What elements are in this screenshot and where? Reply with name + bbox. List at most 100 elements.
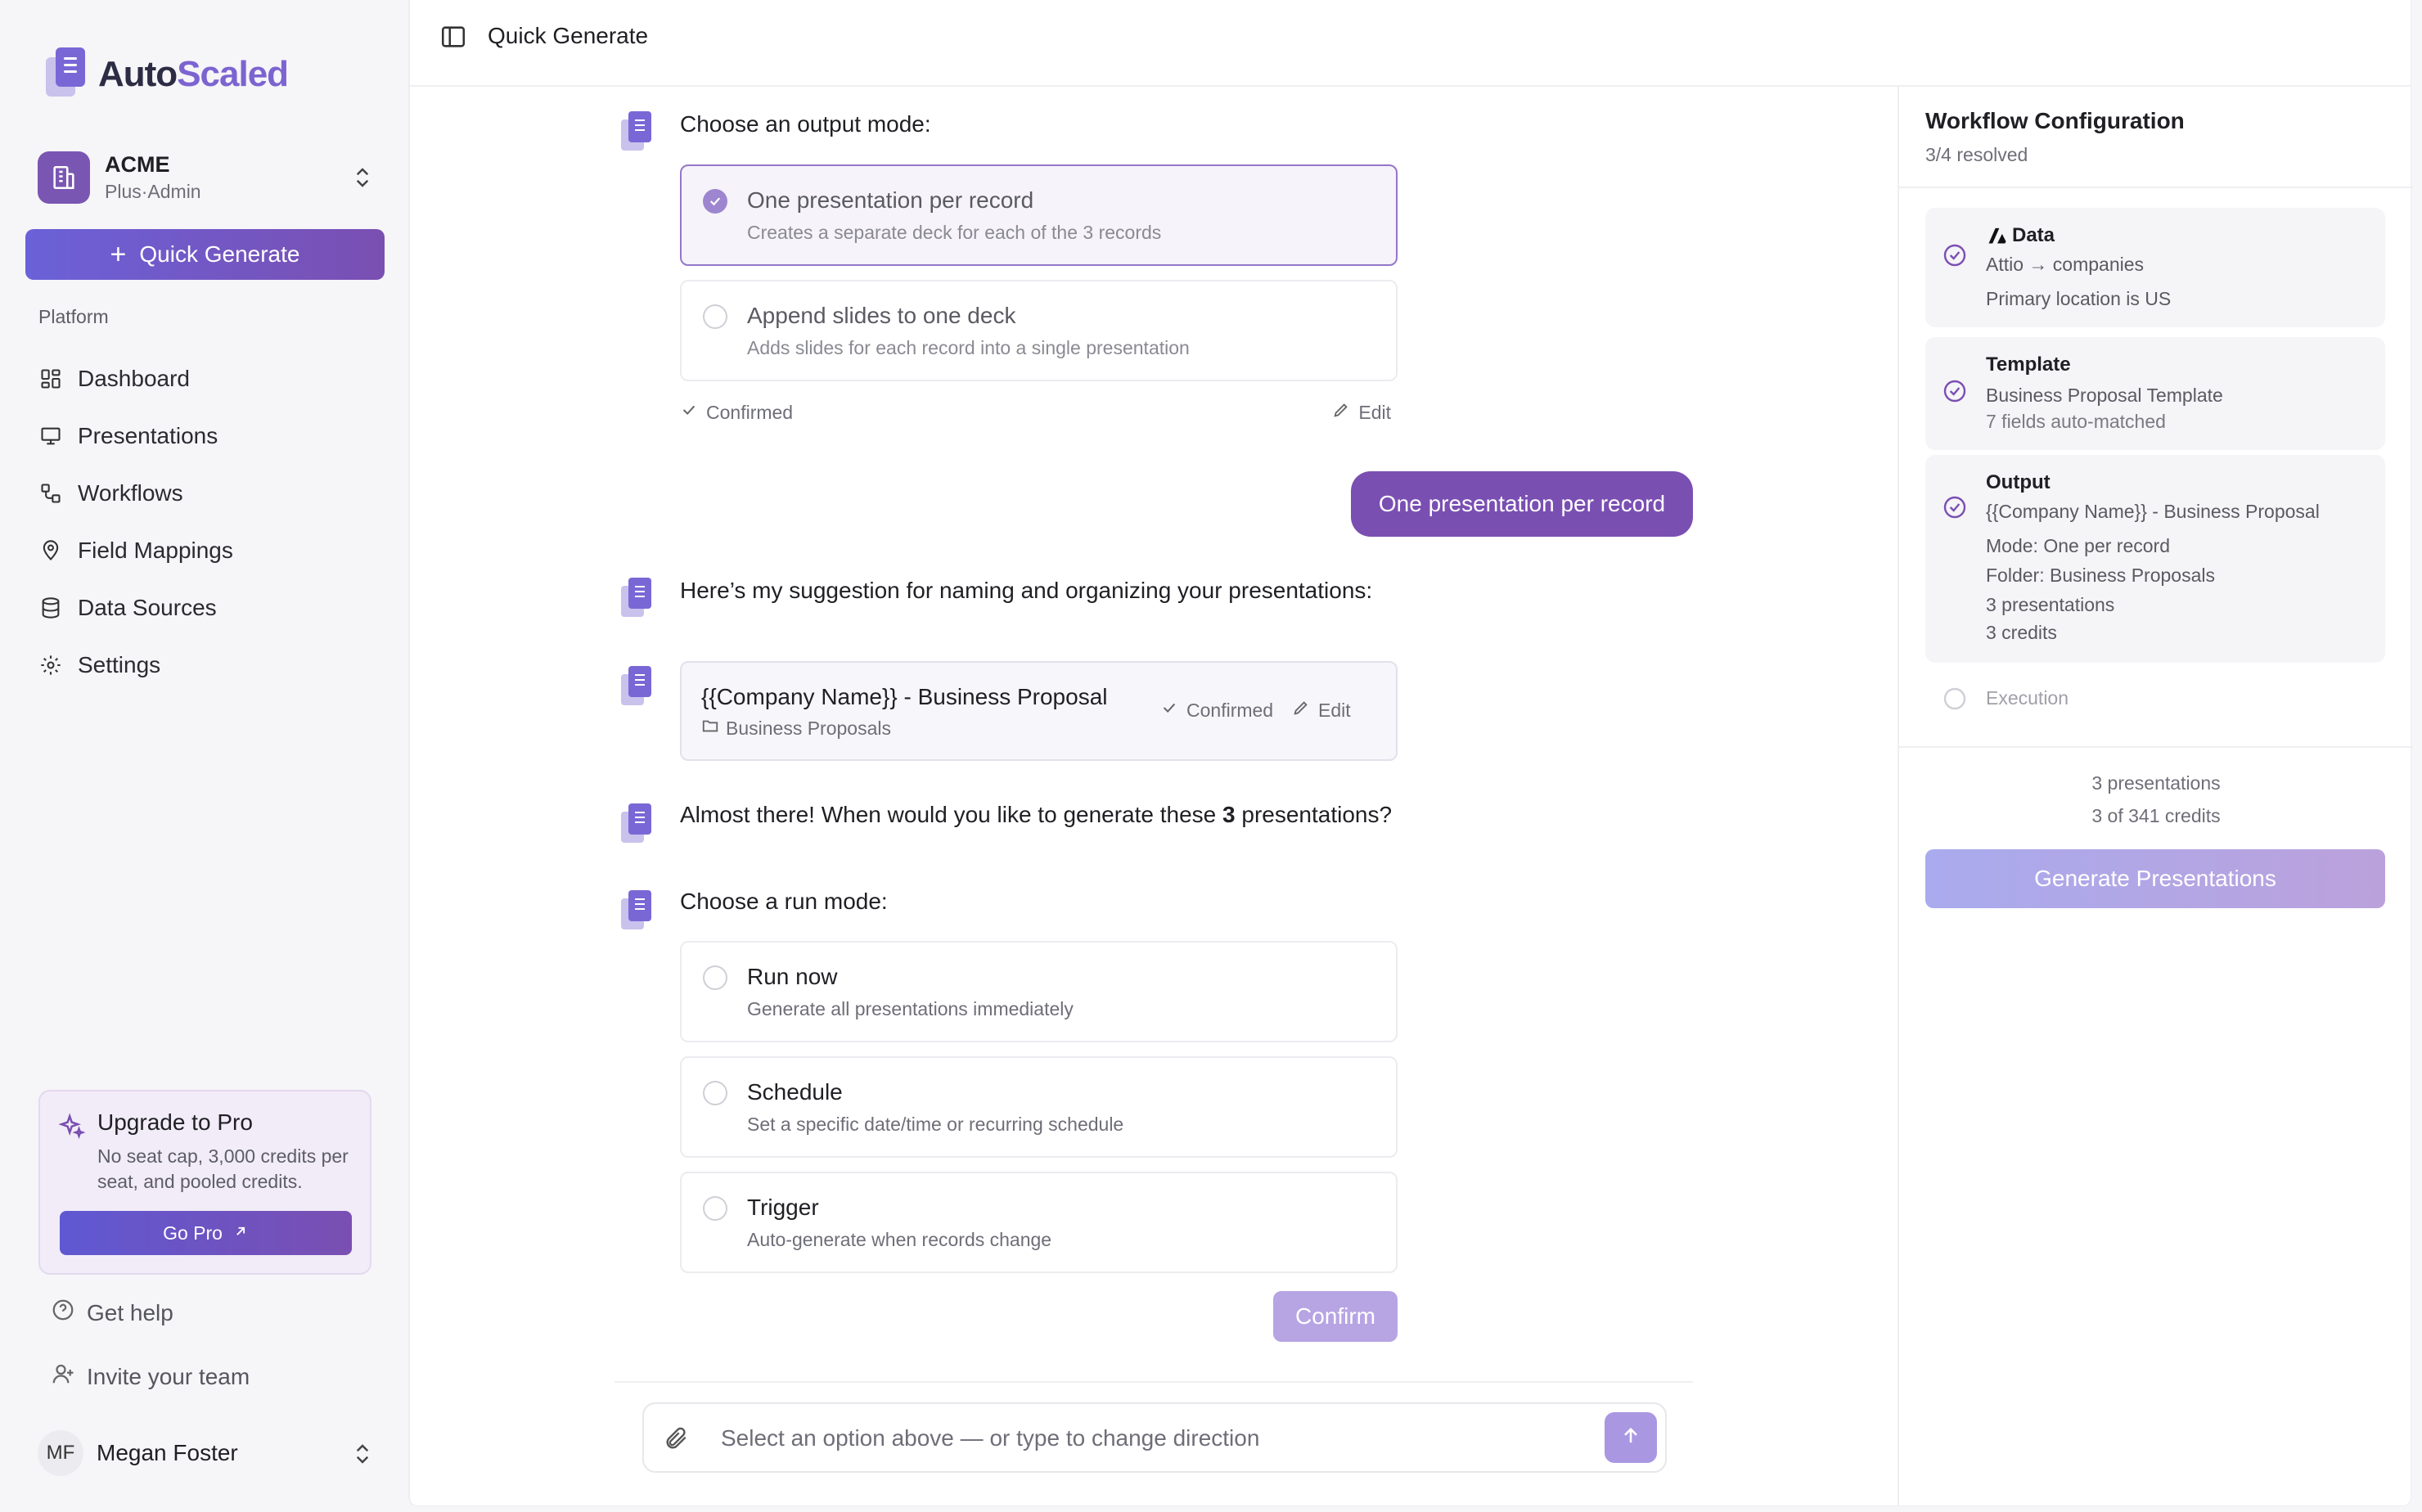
- user-plus-icon: [51, 1361, 75, 1392]
- confirmed-label: Confirmed: [1186, 699, 1274, 721]
- pencil-icon: [1292, 699, 1310, 722]
- get-help-link[interactable]: Get help: [51, 1298, 173, 1328]
- step-detail: 3 presentations: [1986, 594, 2115, 615]
- step-detail: 7 fields auto-matched: [1986, 411, 2166, 432]
- sidebar-item-dashboard[interactable]: Dashboard: [38, 350, 233, 407]
- top-bar: Quick Generate: [410, 0, 2411, 87]
- sidebar-toggle-icon[interactable]: [439, 23, 467, 55]
- radio-icon: [703, 1081, 727, 1105]
- naming-suggestion-card: {{Company Name}} - Business Proposal Bus…: [680, 661, 1398, 761]
- option-title: Trigger: [747, 1195, 819, 1220]
- step-detail: Folder: Business Proposals: [1986, 565, 2215, 586]
- upgrade-description: No seat cap, 3,000 credits per seat, and…: [97, 1145, 349, 1192]
- radio-icon: [703, 1196, 727, 1221]
- output-mode-prompt: Choose an output mode:: [680, 111, 931, 137]
- radio-icon: [703, 965, 727, 990]
- step-title: Execution: [1986, 687, 2069, 709]
- sidebar-item-label: Workflows: [78, 480, 183, 506]
- user-name: Megan Foster: [97, 1440, 238, 1465]
- config-step-template[interactable]: Template Business Proposal Template 7 fi…: [1925, 337, 2385, 450]
- edit-naming-button[interactable]: Edit: [1292, 699, 1351, 722]
- check-circle-icon: [1942, 378, 1968, 404]
- app-logo[interactable]: AutoScaled: [46, 47, 289, 101]
- paperclip-icon[interactable]: [664, 1425, 690, 1456]
- sidebar-item-data-sources[interactable]: Data Sources: [38, 579, 233, 637]
- config-step-data[interactable]: Data Attio → companies Primary location …: [1925, 208, 2385, 327]
- database-icon: [38, 596, 63, 620]
- generate-presentations-button[interactable]: Generate Presentations: [1925, 849, 2385, 908]
- divider: [1899, 746, 2413, 748]
- chevrons-updown-icon: [350, 1440, 375, 1472]
- assistant-avatar-icon: [621, 890, 654, 931]
- assistant-avatar-icon: [621, 578, 654, 619]
- check-circle-icon: [1942, 242, 1968, 268]
- sidebar-item-field-mappings[interactable]: Field Mappings: [38, 522, 233, 579]
- get-help-label: Get help: [87, 1299, 173, 1325]
- divider: [1899, 187, 2413, 188]
- message-input[interactable]: Select an option above — or type to chan…: [721, 1425, 1259, 1451]
- check-circle-icon: [1942, 494, 1968, 520]
- upgrade-card: Upgrade to Pro No seat cap, 3,000 credit…: [38, 1090, 371, 1275]
- assistant-avatar-icon: [621, 666, 654, 707]
- empty-circle-icon: [1942, 686, 1968, 712]
- almost-there-message: Almost there! When would you like to gen…: [680, 802, 1393, 827]
- message-composer: Select an option above — or type to chan…: [642, 1402, 1667, 1473]
- platform-section-label: Platform: [38, 306, 109, 327]
- sidebar-item-label: Settings: [78, 652, 161, 677]
- option-description: Generate all presentations immediately: [747, 998, 1074, 1019]
- naming-intro-message: Here’s my suggestion for naming and orga…: [680, 578, 1373, 603]
- summary-credits: 3 of 341 credits: [2091, 805, 2221, 826]
- building-icon: [38, 151, 90, 204]
- workflow-config-panel: Workflow Configuration 3/4 resolved Data…: [1898, 87, 2413, 1505]
- quick-generate-button[interactable]: + Quick Generate: [25, 229, 385, 280]
- step-title: Output: [1986, 471, 2051, 493]
- step-detail: Primary location is US: [1986, 288, 2172, 309]
- output-confirm-row: Confirmed Edit: [680, 401, 1398, 429]
- chevrons-updown-icon: [350, 164, 375, 196]
- attio-logo-icon: [1986, 224, 2009, 250]
- pencil-icon: [1332, 401, 1350, 424]
- gear-icon: [38, 653, 63, 677]
- org-role: Plus·Admin: [105, 181, 201, 202]
- config-step-execution[interactable]: Execution: [1925, 674, 2385, 723]
- edit-output-button[interactable]: Edit: [1332, 401, 1391, 424]
- plus-icon: +: [110, 239, 127, 270]
- naming-pattern: {{Company Name}} - Business Proposal: [701, 684, 1108, 709]
- sidebar-nav: Dashboard Presentations Workflows Field …: [38, 350, 233, 694]
- sidebar-item-presentations[interactable]: Presentations: [38, 407, 233, 465]
- page-title: Quick Generate: [488, 23, 649, 48]
- upgrade-title: Upgrade to Pro: [97, 1109, 253, 1135]
- main-panel: Quick Generate Choose an output mode: On…: [409, 0, 2413, 1505]
- run-option-now[interactable]: Run now Generate all presentations immed…: [680, 941, 1398, 1042]
- sidebar-item-label: Dashboard: [78, 366, 190, 391]
- org-switcher[interactable]: ACME Plus·Admin: [38, 151, 381, 205]
- summary-presentations: 3 presentations: [2091, 772, 2221, 794]
- sidebar-item-workflows[interactable]: Workflows: [38, 465, 233, 522]
- avatar: MF: [38, 1430, 83, 1476]
- config-step-output[interactable]: Output {{Company Name}} - Business Propo…: [1925, 455, 2385, 663]
- invite-team-link[interactable]: Invite your team: [51, 1361, 250, 1392]
- step-detail: Business Proposal Template: [1986, 385, 2223, 406]
- logo-icon: [46, 47, 90, 101]
- run-option-trigger[interactable]: Trigger Auto-generate when records chang…: [680, 1172, 1398, 1273]
- option-title: Run now: [747, 964, 838, 989]
- arrow-up-icon: [1619, 1424, 1642, 1451]
- option-description: Creates a separate deck for each of the …: [747, 222, 1162, 243]
- arrow-up-right-icon: [232, 1222, 249, 1244]
- option-description: Set a specific date/time or recurring sc…: [747, 1114, 1124, 1135]
- assistant-avatar-icon: [621, 803, 654, 844]
- output-option-per-record[interactable]: One presentation per record Creates a se…: [680, 164, 1398, 266]
- sidebar-item-label: Data Sources: [78, 595, 217, 620]
- org-name: ACME: [105, 152, 170, 177]
- check-circle-icon: [703, 189, 727, 214]
- step-detail: 3 credits: [1986, 622, 2057, 643]
- go-pro-button[interactable]: Go Pro: [60, 1211, 352, 1255]
- confirm-run-mode-button[interactable]: Confirm: [1273, 1291, 1398, 1342]
- output-option-append[interactable]: Append slides to one deck Adds slides fo…: [680, 280, 1398, 381]
- send-button[interactable]: [1605, 1412, 1657, 1463]
- sidebar: AutoScaled ACME Plus·Admin + Quick Gener…: [0, 0, 407, 1512]
- config-title: Workflow Configuration: [1925, 108, 2185, 133]
- sidebar-item-settings[interactable]: Settings: [38, 637, 233, 694]
- user-menu[interactable]: MF Megan Foster: [38, 1430, 381, 1476]
- run-option-schedule[interactable]: Schedule Set a specific date/time or rec…: [680, 1056, 1398, 1158]
